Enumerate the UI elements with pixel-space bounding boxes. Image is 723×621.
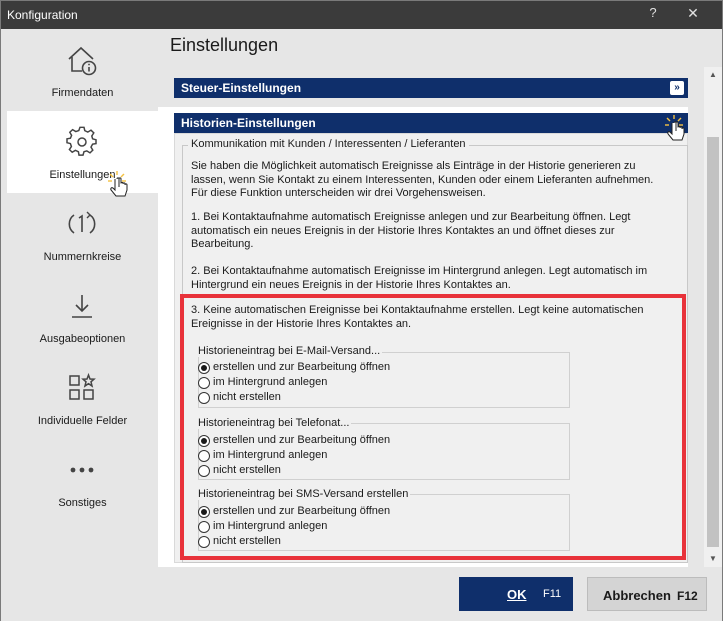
intro-text: Sie haben die Möglichkeit automatisch Er…: [191, 160, 654, 199]
section-header-historien[interactable]: Historien-Einstellungen: [174, 113, 688, 133]
ok-label: OK: [507, 587, 527, 602]
cancel-label: Abbrechen: [603, 588, 671, 603]
highlight-frame: [180, 294, 686, 560]
cancel-button[interactable]: Abbrechen F12: [587, 577, 707, 611]
section-label: Steuer-Einstellungen: [181, 81, 302, 95]
sidebar-item-label: Firmendaten: [51, 87, 114, 99]
pointer-cursor-icon: [665, 115, 685, 141]
download-icon: [72, 295, 92, 318]
home-info-icon: [68, 46, 97, 76]
config-window: Konfiguration ? ✕ Firmendaten Einstellun: [0, 0, 723, 621]
help-button[interactable]: ?: [641, 5, 665, 25]
scroll-down-icon[interactable]: ▼: [704, 551, 722, 567]
scroll-up-icon[interactable]: ▲: [704, 67, 722, 83]
more-dots-icon: [70, 467, 94, 473]
main-content: Einstellungen Steuer-Einstellungen » His…: [158, 29, 722, 567]
pointer-cursor-icon: [108, 171, 128, 197]
sidebar-item-sonstiges[interactable]: Sonstiges: [7, 439, 158, 521]
sidebar-item-label: Sonstiges: [58, 497, 107, 509]
vertical-scrollbar[interactable]: ▲ ▼: [704, 67, 722, 567]
option2-text: 2. Bei Kontaktaufnahme automatisch Ereig…: [191, 265, 648, 291]
sidebar-item-firmendaten[interactable]: Firmendaten: [7, 29, 158, 111]
grid-star-icon: [69, 372, 96, 400]
cancel-shortcut: F12: [677, 589, 698, 603]
sidebar: Firmendaten Einstellungen Nummernkreise: [1, 29, 158, 567]
sidebar-item-nummernkreise[interactable]: Nummernkreise: [7, 193, 158, 275]
gear-icon: [66, 126, 97, 156]
ok-button[interactable]: OK F11: [459, 577, 573, 611]
section-label: Historien-Einstellungen: [181, 116, 316, 130]
sidebar-item-label: Einstellungen: [49, 169, 116, 181]
scroll-thumb[interactable]: [707, 137, 719, 547]
sidebar-item-individuelle-felder[interactable]: Individuelle Felder: [7, 357, 158, 439]
sidebar-item-einstellungen[interactable]: Einstellungen: [7, 111, 158, 193]
cycle-number-icon: [68, 211, 96, 234]
dialog-footer: OK F11 Abbrechen F12: [1, 567, 722, 621]
option1-text: 1. Bei Kontaktaufnahme automatisch Ereig…: [191, 211, 631, 250]
title-bar: Konfiguration ? ✕: [1, 1, 722, 29]
sidebar-item-label: Nummernkreise: [43, 251, 122, 263]
close-button[interactable]: ✕: [681, 5, 705, 25]
sidebar-item-label: Ausgabeoptionen: [39, 333, 126, 345]
section-header-steuer[interactable]: Steuer-Einstellungen »: [174, 78, 688, 98]
page-title: Einstellungen: [170, 35, 279, 55]
chevron-down-icon[interactable]: »: [670, 81, 684, 95]
sidebar-item-ausgabeoptionen[interactable]: Ausgabeoptionen: [7, 275, 158, 357]
window-title: Konfiguration: [7, 8, 78, 22]
sidebar-item-label: Individuelle Felder: [37, 415, 128, 427]
group-title: Kommunikation mit Kunden / Interessenten…: [188, 138, 469, 150]
ok-shortcut: F11: [543, 588, 562, 600]
